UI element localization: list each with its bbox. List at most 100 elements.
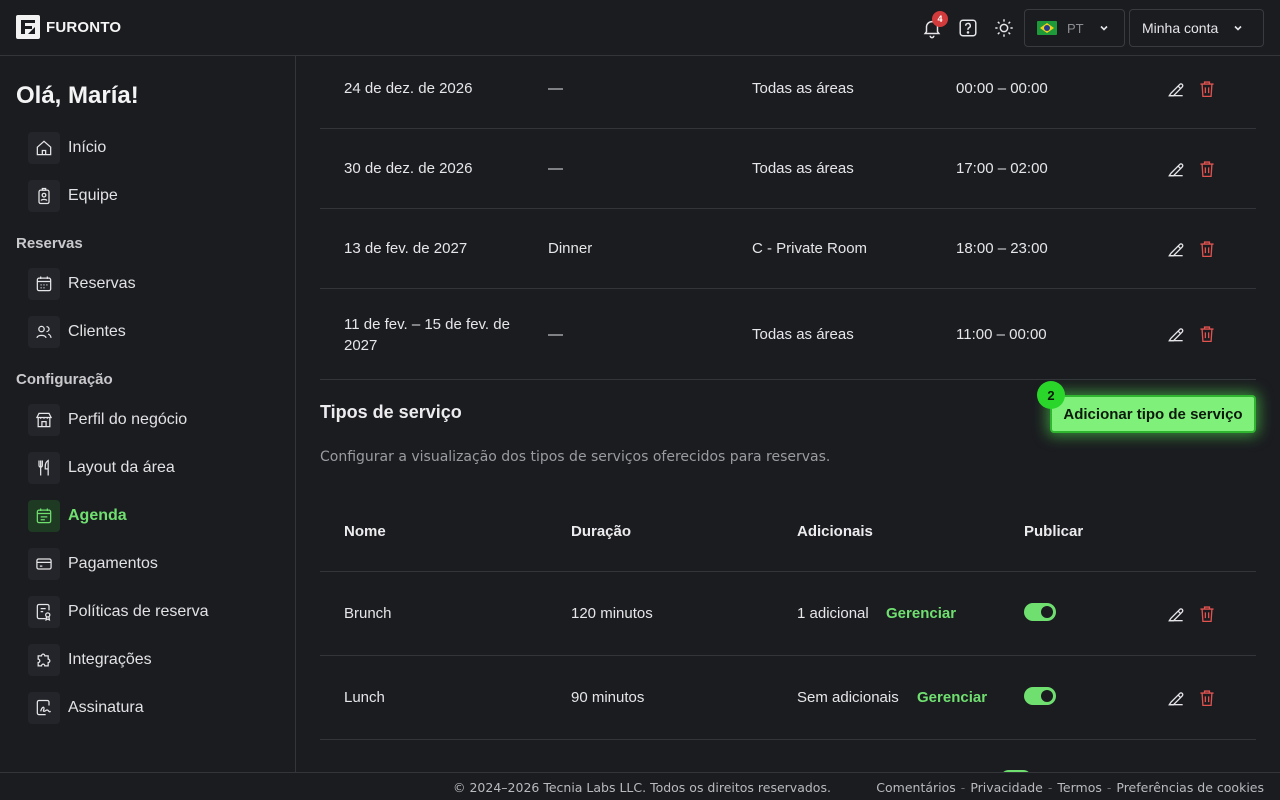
delete-icon[interactable] <box>1198 79 1216 99</box>
sidebar-item-agenda[interactable]: Agenda <box>28 500 127 532</box>
card-icon <box>28 548 60 580</box>
utensils-icon <box>28 452 60 484</box>
publish-toggle[interactable] <box>1024 603 1056 621</box>
sidebar-item-label: Clientes <box>68 323 126 340</box>
add-service-type-button[interactable]: Adicionar tipo de serviço <box>1050 395 1256 433</box>
help-icon <box>959 19 977 37</box>
logo[interactable]: FURONTO <box>16 15 121 39</box>
table-row: 30 de dez. de 2026 — Todas as áreas 17:0… <box>320 129 1256 209</box>
edit-icon[interactable] <box>1166 604 1186 624</box>
exception-time: 11:00 – 00:00 <box>956 326 1047 343</box>
sidebar-item-label: Início <box>68 139 107 156</box>
footer-link-feedback[interactable]: Comentários <box>876 780 956 795</box>
chevron-down-icon <box>1100 25 1108 31</box>
delete-icon[interactable] <box>1198 239 1216 259</box>
exception-time: 00:00 – 00:00 <box>956 80 1048 97</box>
footer-link-cookies[interactable]: Preferências de cookies <box>1116 780 1264 795</box>
sidebar-item-equipe[interactable]: Equipe <box>28 180 118 212</box>
language-label: PT <box>1067 20 1084 36</box>
sidebar-item-inicio[interactable]: Início <box>28 132 106 164</box>
account-label: Minha conta <box>1142 20 1219 36</box>
help-button[interactable] <box>956 16 980 40</box>
table-row: 24 de dez. de 2026 — Todas as áreas 00:0… <box>320 56 1256 129</box>
signature-icon <box>28 692 60 724</box>
top-bar: FURONTO 4 PT Minha conta <box>0 0 1280 56</box>
delete-icon[interactable] <box>1198 159 1216 179</box>
store-icon <box>28 404 60 436</box>
sidebar-item-layout-da-area[interactable]: Layout da área <box>28 452 175 484</box>
sidebar-item-label: Assinatura <box>68 699 144 716</box>
table-row: Brunch 120 minutos 1 adicional Gerenciar <box>320 572 1256 656</box>
exception-date: 13 de fev. de 2027 <box>344 240 468 257</box>
edit-icon[interactable] <box>1166 688 1186 708</box>
calendar-list-icon <box>28 500 60 532</box>
sidebar: Olá, María! Início Equipe Reservas Reser… <box>0 56 296 772</box>
copyright: © 2024–2026 Tecnia Labs LLC. Todos os di… <box>453 780 831 795</box>
main-content: 24 de dez. de 2026 — Todas as áreas 00:0… <box>296 56 1280 772</box>
exception-date: 24 de dez. de 2026 <box>344 80 473 97</box>
exception-time: 17:00 – 02:00 <box>956 160 1048 177</box>
delete-icon[interactable] <box>1198 324 1216 344</box>
sidebar-item-label: Perfil do negócio <box>68 411 188 428</box>
logo-mark-icon <box>16 15 40 39</box>
sidebar-item-label: Reservas <box>68 275 136 292</box>
exception-date-line: 2027 <box>344 337 378 354</box>
badge-icon <box>28 180 60 212</box>
sidebar-item-assinatura[interactable]: Assinatura <box>28 692 144 724</box>
sidebar-item-label: Pagamentos <box>68 555 158 572</box>
sidebar-item-reservas[interactable]: Reservas <box>28 268 136 300</box>
sidebar-item-label: Layout da área <box>68 459 175 476</box>
exception-area: Todas as áreas <box>752 160 854 177</box>
footer-link-privacy[interactable]: Privacidade <box>970 780 1043 795</box>
edit-icon[interactable] <box>1166 159 1186 179</box>
users-icon <box>28 316 60 348</box>
edit-icon[interactable] <box>1166 324 1186 344</box>
notification-count-badge: 4 <box>932 11 948 27</box>
exception-area: Todas as áreas <box>752 80 854 97</box>
logo-text: FURONTO <box>46 18 122 36</box>
publish-toggle[interactable] <box>1024 687 1056 705</box>
service-addons: Sem adicionais <box>797 689 899 706</box>
edit-icon[interactable] <box>1166 79 1186 99</box>
exception-service: — <box>548 160 563 177</box>
policy-icon <box>28 596 60 628</box>
sidebar-item-integracoes[interactable]: Integrações <box>28 644 152 676</box>
sidebar-item-pagamentos[interactable]: Pagamentos <box>28 548 158 580</box>
exception-area: C - Private Room <box>752 240 868 257</box>
step-badge: 2 <box>1037 381 1065 409</box>
sidebar-item-perfil-do-negocio[interactable]: Perfil do negócio <box>28 404 187 436</box>
service-addons: 1 adicional <box>797 605 869 622</box>
language-selector[interactable]: PT <box>1024 9 1125 47</box>
exception-date: 11 de fev. – 15 de fev. de 2027 <box>344 314 510 356</box>
table-row: 13 de fev. de 2027 Dinner C - Private Ro… <box>320 209 1256 289</box>
account-menu-button[interactable]: Minha conta <box>1129 9 1264 47</box>
delete-icon[interactable] <box>1198 604 1216 624</box>
sidebar-item-label: Políticas de reserva <box>68 603 209 620</box>
column-header: Publicar <box>1024 523 1084 540</box>
puzzle-icon <box>28 644 60 676</box>
section-title: Tipos de serviço <box>320 402 462 422</box>
table-header <box>320 488 1256 572</box>
column-header: Duração <box>571 523 632 540</box>
section-title-reservas: Reservas <box>16 235 83 252</box>
table-row: Lunch 90 minutos Sem adicionais Gerencia… <box>320 656 1256 740</box>
sidebar-item-label: Agenda <box>68 507 127 524</box>
exception-time: 18:00 – 23:00 <box>956 240 1048 257</box>
service-name: Lunch <box>344 689 385 706</box>
sidebar-item-label: Equipe <box>68 187 118 204</box>
sidebar-item-politicas-de-reserva[interactable]: Políticas de reserva <box>28 596 209 628</box>
theme-toggle-button[interactable] <box>992 16 1016 40</box>
manage-addons-link[interactable]: Gerenciar <box>917 689 987 706</box>
section-title-configuracao: Configuração <box>16 371 113 388</box>
exception-date-line: 11 de fev. – 15 de fev. de <box>344 316 510 333</box>
calendar-icon <box>28 268 60 300</box>
sidebar-item-clientes[interactable]: Clientes <box>28 316 126 348</box>
brazil-flag-icon <box>1037 21 1057 35</box>
delete-icon[interactable] <box>1198 688 1216 708</box>
sidebar-item-label: Integrações <box>68 651 152 668</box>
footer: © 2024–2026 Tecnia Labs LLC. Todos os di… <box>0 772 1280 800</box>
service-name: Brunch <box>344 605 392 622</box>
footer-link-terms[interactable]: Termos <box>1057 780 1101 795</box>
manage-addons-link[interactable]: Gerenciar <box>886 605 956 622</box>
edit-icon[interactable] <box>1166 239 1186 259</box>
